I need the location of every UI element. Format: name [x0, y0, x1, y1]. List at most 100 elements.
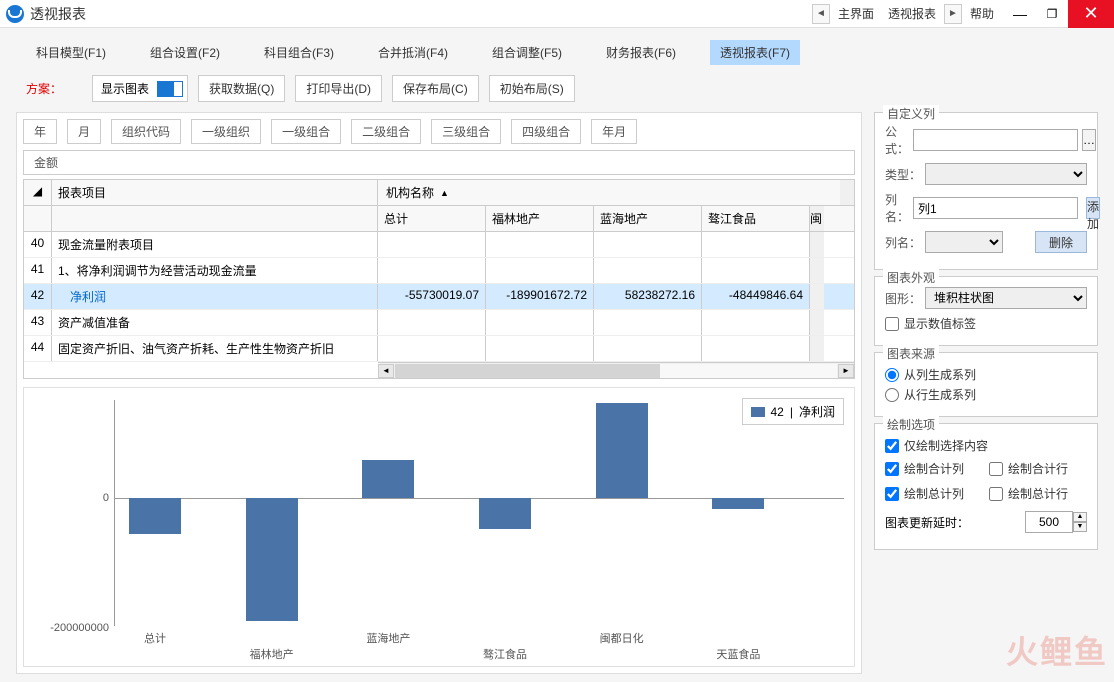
formula-input[interactable]	[913, 129, 1078, 151]
y-tick-label: 0	[33, 492, 109, 504]
row-no: 44	[24, 336, 52, 361]
colname2-label: 列名：	[885, 234, 921, 251]
scroll-right-icon[interactable]: ►	[838, 364, 854, 378]
tab-f7[interactable]: 透视报表(F7)	[710, 40, 800, 65]
panel-title: 绘制选项	[883, 416, 939, 433]
delay-input[interactable]	[1025, 511, 1073, 533]
x-tick-label: 蓝海地产	[348, 630, 428, 646]
show-chart-toggle[interactable]: 显示图表	[92, 75, 188, 102]
maximize-button[interactable]: ❐	[1036, 0, 1068, 28]
colname-label: 列名：	[885, 191, 909, 225]
add-column-button[interactable]: 添加	[1086, 197, 1100, 219]
col-overflow[interactable]: 闽	[810, 206, 824, 231]
delay-spinner[interactable]: ▲▼	[1025, 511, 1087, 533]
chart-bar	[596, 403, 648, 498]
dim-ym[interactable]: 年月	[591, 119, 637, 144]
app-logo-icon	[6, 5, 24, 23]
tab-f5[interactable]: 组合调整(F5)	[482, 40, 572, 65]
show-labels-checkbox[interactable]: 显示数值标签	[885, 315, 1087, 332]
col-total[interactable]: 总计	[378, 206, 486, 231]
x-tick-label: 闽都日化	[582, 630, 662, 646]
col-3[interactable]: 骜江食品	[702, 206, 810, 231]
item-header[interactable]: 报表项目	[52, 180, 378, 205]
help-link[interactable]: 帮助	[970, 5, 994, 22]
from-col-radio[interactable]: 从列生成系列	[885, 366, 1087, 383]
tab-f2[interactable]: 组合设置(F2)	[140, 40, 230, 65]
measure-amount[interactable]: 金额	[23, 150, 855, 175]
nav-main-label[interactable]: 主界面	[832, 5, 880, 22]
chart-bar	[362, 460, 414, 498]
x-tick-label: 总计	[115, 630, 195, 646]
table-row[interactable]: 44固定资产折旧、油气资产折耗、生产性生物资产折旧	[24, 336, 854, 362]
x-tick-label: 天蓝食品	[698, 646, 778, 662]
col-2[interactable]: 蓝海地产	[594, 206, 702, 231]
total-col-checkbox[interactable]: 绘制总计列	[885, 485, 983, 502]
vscroll-cell[interactable]	[810, 258, 824, 283]
table-row[interactable]: 42净利润-55730019.07-18990167​2.7258238272.…	[24, 284, 854, 310]
total-row-checkbox[interactable]: 绘制总计行	[989, 485, 1087, 502]
dim-month[interactable]: 月	[67, 119, 101, 144]
right-pane: 自定义列 公式： … 类型： 列名： 添加 列名：	[874, 112, 1098, 674]
vscroll-cell[interactable]	[810, 232, 824, 257]
row-menu-icon[interactable]: ◢	[24, 180, 52, 205]
sum-row-checkbox[interactable]: 绘制合计行	[989, 460, 1087, 477]
cell: 58238272.16	[594, 284, 702, 309]
dim-orgcode[interactable]: 组织代码	[111, 119, 181, 144]
shape-select[interactable]: 堆积柱状图	[925, 287, 1087, 309]
show-chart-label: 显示图表	[93, 76, 157, 101]
dim-combo4[interactable]: 四级组合	[511, 119, 581, 144]
dim-year[interactable]: 年	[23, 119, 57, 144]
org-header[interactable]: 机构名称 ▲	[378, 180, 840, 205]
grid-hscroll[interactable]: ◄ ►	[378, 362, 854, 378]
minimize-button[interactable]: —	[1004, 0, 1036, 28]
scroll-left-icon[interactable]: ◄	[378, 364, 394, 378]
pivot-grid: ◢ 报表项目 机构名称 ▲ 总计 福林地产 蓝海地产 骜江食品 闽	[23, 179, 855, 379]
delete-column-button[interactable]: 删除	[1035, 231, 1087, 253]
table-row[interactable]: 43资产减值准备	[24, 310, 854, 336]
tab-f4[interactable]: 合并抵消(F4)	[368, 40, 458, 65]
type-label: 类型：	[885, 166, 921, 183]
save-layout-button[interactable]: 保存布局(C)	[392, 75, 479, 102]
scroll-thumb[interactable]	[395, 364, 660, 378]
reset-layout-button[interactable]: 初始布局(S)	[489, 75, 575, 102]
nav-prev-button[interactable]: ◄	[812, 4, 830, 24]
dim-org1[interactable]: 一级组织	[191, 119, 261, 144]
spin-down-icon[interactable]: ▼	[1073, 522, 1087, 532]
only-selection-checkbox[interactable]: 仅绘制选择内容	[885, 437, 1087, 454]
sort-asc-icon: ▲	[440, 188, 449, 198]
vscroll-cell[interactable]	[810, 284, 824, 309]
colname-select[interactable]	[925, 231, 1003, 253]
tab-f6[interactable]: 财务报表(F6)	[596, 40, 686, 65]
colname-input[interactable]	[913, 197, 1078, 219]
row-name: 净利润	[52, 284, 378, 309]
dim-combo2[interactable]: 二级组合	[351, 119, 421, 144]
from-row-radio[interactable]: 从行生成系列	[885, 386, 1087, 403]
table-row[interactable]: 40现金流量附表项目	[24, 232, 854, 258]
panel-draw-options: 绘制选项 仅绘制选择内容 绘制合计列 绘制合计行 绘制总计列 绘制总计行 图表更…	[874, 423, 1098, 550]
tab-f3[interactable]: 科目组合(F3)	[254, 40, 344, 65]
plan-label: 方案：	[26, 80, 62, 97]
y-tick-label: -200000000	[33, 622, 109, 634]
table-row[interactable]: 411、将净利润调节为经营活动现金流量	[24, 258, 854, 284]
dim-combo3[interactable]: 三级组合	[431, 119, 501, 144]
nav-current-label[interactable]: 透视报表	[882, 5, 942, 22]
panel-title: 图表来源	[883, 345, 939, 362]
type-select[interactable]	[925, 163, 1087, 185]
dim-combo1[interactable]: 一级组合	[271, 119, 341, 144]
col-1[interactable]: 福林地产	[486, 206, 594, 231]
panel-title: 图表外观	[883, 269, 939, 286]
fetch-data-button[interactable]: 获取数据(Q)	[198, 75, 285, 102]
window-title: 透视报表	[30, 4, 86, 24]
formula-browse-button[interactable]: …	[1082, 129, 1096, 151]
nav-next-button[interactable]: ►	[944, 4, 962, 24]
toggle-switch-icon	[157, 81, 183, 97]
cell: -55730019.07	[378, 284, 486, 309]
tab-f1[interactable]: 科目模型(F1)	[26, 40, 116, 65]
sum-col-checkbox[interactable]: 绘制合计列	[885, 460, 983, 477]
spin-up-icon[interactable]: ▲	[1073, 512, 1087, 522]
vscroll-cell[interactable]	[810, 336, 824, 361]
close-button[interactable]: ✕	[1068, 0, 1114, 28]
print-export-button[interactable]: 打印导出(D)	[295, 75, 382, 102]
scroll-track[interactable]	[395, 364, 837, 378]
vscroll-cell[interactable]	[810, 310, 824, 335]
